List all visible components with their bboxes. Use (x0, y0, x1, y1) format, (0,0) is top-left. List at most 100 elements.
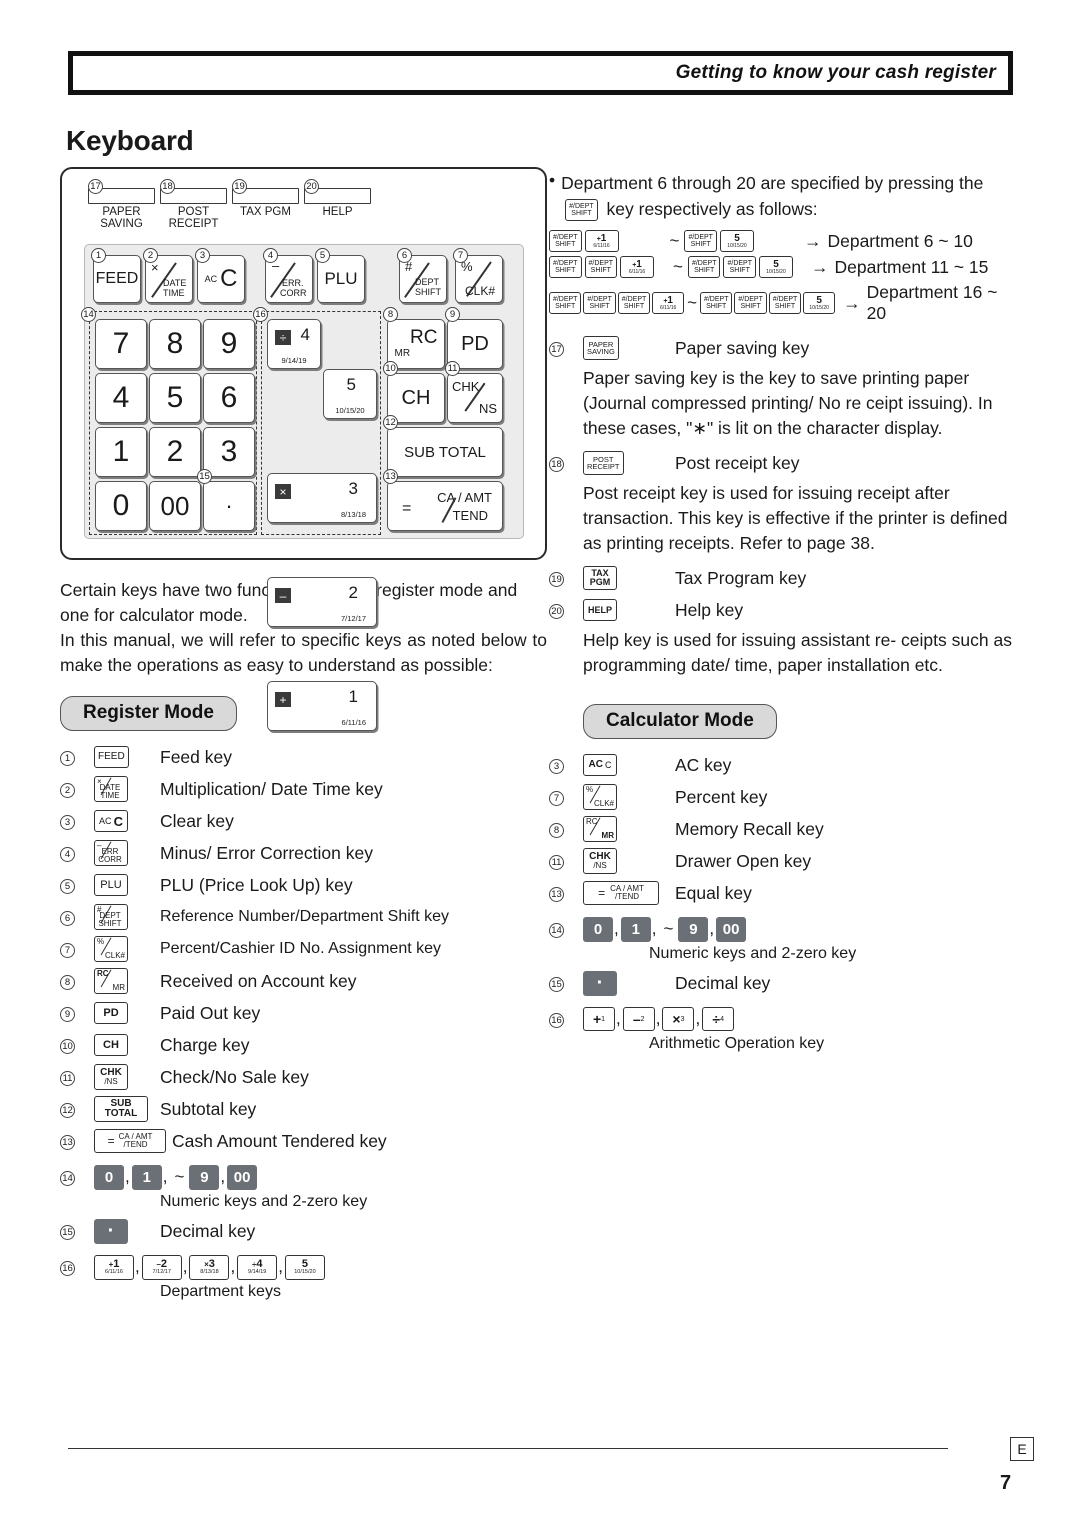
diagram-num-0[interactable]: 0 (95, 481, 147, 531)
diagram-charge-key[interactable]: CH (387, 373, 445, 423)
seq-key-dept-1[interactable]: +1 6/11/16 (652, 292, 685, 314)
seq-key-dept-1[interactable]: +1 6/11/16 (620, 256, 655, 278)
seq-key-dept-shift[interactable]: #/DEPT SHIFT (768, 292, 802, 314)
diagram-check-nosale-key[interactable]: CHK NS (447, 373, 503, 423)
key-chip-subtotal[interactable]: SUB TOTAL (94, 1096, 148, 1122)
key-chip-post-receipt[interactable]: POST RECEIPT (583, 451, 624, 475)
diagram-num-2[interactable]: 2 (149, 427, 201, 477)
key-chip-1[interactable]: 1 (131, 1164, 162, 1190)
key-chip-dept-2[interactable]: –2 7/12/17 (141, 1254, 182, 1280)
key-chip-00[interactable]: 00 (227, 1164, 258, 1190)
diagram-decimal-key[interactable]: · (203, 481, 255, 531)
item-label: Minus/ Error Correction key (160, 842, 373, 863)
department-row-caption: Department keys (160, 1283, 281, 1300)
key-chip-paid-out[interactable]: PD (94, 1002, 128, 1024)
key-chip-dept-5[interactable]: 5 10/15/20 (284, 1254, 325, 1280)
key-chip-0[interactable]: 0 (583, 916, 613, 942)
diagram-received-on-account-key[interactable]: MR RC (387, 319, 445, 369)
key-chip-cash-amount-tendered[interactable]: = CA / AMT /TEND (94, 1129, 166, 1153)
key-chip-check-nosale[interactable]: CHK /NS (94, 1064, 128, 1090)
key-chip-equal[interactable]: = CA / AMT /TEND (583, 881, 659, 905)
item-label: Equal key (675, 882, 752, 903)
key-chip-ac[interactable]: AC C (583, 754, 617, 776)
key-chip-minus[interactable]: –2 (622, 1007, 655, 1031)
diagram-num-00[interactable]: 00 (149, 481, 201, 531)
key-chip-memory-recall[interactable]: RC MR (583, 816, 617, 842)
seq-key-dept-shift[interactable]: #/DEPT SHIFT (584, 256, 618, 278)
list-item-decimal: 15 · Decimal key (60, 1215, 547, 1247)
key-chip-minus-errcorr[interactable]: – ERR CORR (94, 840, 128, 866)
key-chip-plus[interactable]: +1 (583, 1007, 615, 1031)
key-chip-clear[interactable]: AC C (94, 810, 128, 832)
diagram-dept-key-3[interactable]: × 3 8/13/18 (267, 473, 377, 523)
plus-icon: + (275, 692, 291, 707)
key-chip-multiply-datetime[interactable]: × DATE TIME (94, 776, 128, 802)
key-chip-received-on-account[interactable]: RC MR (94, 968, 128, 994)
diagram-dept-key-4[interactable]: ÷ 4 9/14/19 (267, 319, 321, 369)
key-chip-plu[interactable]: PLU (94, 874, 128, 896)
key-chip-1[interactable]: 1 (620, 916, 651, 942)
label-tax-pgm: TAX PGM (240, 206, 291, 218)
diagram-dept-key-1[interactable]: + 1 6/11/16 (267, 681, 377, 731)
seq-key-dept-5[interactable]: 5 10/15/20 (803, 292, 836, 314)
seq-key-dept-shift[interactable]: #/DEPT SHIFT (687, 256, 721, 278)
diagram-num-1[interactable]: 1 (95, 427, 147, 477)
separator-comma: , (709, 919, 715, 938)
key-chip-dept-3[interactable]: ×3 8/13/18 (189, 1254, 230, 1280)
seq-key-dept-1[interactable]: +1 6/11/16 (584, 230, 619, 252)
diagram-dept-key-2[interactable]: – 2 7/12/17 (267, 577, 377, 627)
separator-comma: , (616, 1009, 621, 1028)
diagram-num-7[interactable]: 7 (95, 319, 147, 369)
callout-9: 9 (445, 307, 460, 322)
seq-key-dept-shift[interactable]: #/DEPT SHIFT (583, 292, 616, 314)
item-label: Reference Number/Department Shift key (160, 908, 450, 925)
key-chip-feed[interactable]: FEED (94, 746, 129, 768)
key-chip-drawer-open[interactable]: CHK /NS (583, 848, 617, 874)
seq-key-dept-shift[interactable]: #/DEPT SHIFT (617, 292, 651, 314)
diagram-subtotal-key[interactable]: SUB TOTAL (387, 427, 503, 477)
item-index: 14 (60, 1171, 75, 1187)
key-chip-charge[interactable]: CH (94, 1034, 128, 1056)
key-chip-decimal[interactable]: · (94, 1218, 128, 1244)
key-chip-00[interactable]: 00 (716, 916, 747, 942)
seq-key-dept-shift[interactable]: #/DEPT SHIFT (684, 230, 717, 252)
seq-key-dept-shift[interactable]: #/DEPT SHIFT (734, 292, 767, 314)
seq-key-dept-shift[interactable]: #/DEPT SHIFT (700, 292, 733, 314)
diagram-num-4[interactable]: 4 (95, 373, 147, 423)
key-chip-0[interactable]: 0 (94, 1164, 124, 1190)
key-chip-tax-pgm[interactable]: TAX PGM (583, 566, 617, 590)
key-chip-divide[interactable]: ÷ 4 (702, 1007, 735, 1031)
diagram-num-8[interactable]: 8 (149, 319, 201, 369)
key-chip-multiply[interactable]: × 3 (662, 1007, 695, 1031)
diagram-dept-key-5[interactable]: 5 10/15/20 (323, 369, 377, 419)
key-chip-help[interactable]: HELP (583, 599, 617, 621)
seq-key-dept-shift[interactable]: #/DEPT SHIFT (549, 292, 582, 314)
seq-key-dept-shift[interactable]: #/DEPT SHIFT (723, 256, 756, 278)
seq-key-dept-5[interactable]: 5 10/15/20 (719, 230, 754, 252)
seq-key-dept-5[interactable]: 5 10/15/20 (759, 256, 793, 278)
key-chip-percent-clk[interactable]: % CLK# (94, 936, 128, 962)
key-chip-dept-shift[interactable]: # DEPT SHIFT (94, 904, 128, 930)
separator-comma: , (182, 1257, 188, 1276)
key-chip-decimal[interactable]: · (583, 970, 617, 996)
key-chip-dept-4[interactable]: ÷4 9/14/19 (237, 1254, 278, 1280)
diagram-num-3[interactable]: 3 (203, 427, 255, 477)
key-chip-9[interactable]: 9 (678, 916, 709, 942)
calc-numeric-row-caption: Numeric keys and 2-zero key (649, 945, 857, 962)
item-label: Paid Out key (160, 1002, 261, 1023)
paragraph-help: Help key is used for issuing assistant r… (583, 630, 1012, 675)
diagram-num-9[interactable]: 9 (203, 319, 255, 369)
language-mark: E (1010, 1437, 1034, 1461)
seq-key-dept-shift[interactable]: #/DEPT SHIFT (549, 230, 582, 252)
key-chip-percent[interactable]: % CLK# (583, 784, 617, 810)
diagram-cash-amount-tendered-key[interactable]: = CA / AMT TEND (387, 481, 503, 531)
diagram-num-5[interactable]: 5 (149, 373, 201, 423)
calc-arithmetic-row-caption: Arithmetic Operation key (649, 1035, 825, 1052)
key-chip-9[interactable]: 9 (189, 1164, 220, 1190)
key-chip-dept-1[interactable]: +1 6/11/16 (94, 1254, 134, 1280)
seq-key-dept-shift[interactable]: #/DEPT SHIFT (549, 256, 582, 278)
diagram-num-6[interactable]: 6 (203, 373, 255, 423)
inline-key-dept-shift[interactable]: #/DEPT SHIFT (565, 199, 598, 222)
key-chip-paper-saving[interactable]: PAPER SAVING (583, 336, 619, 360)
separator-comma: , (695, 1009, 701, 1028)
